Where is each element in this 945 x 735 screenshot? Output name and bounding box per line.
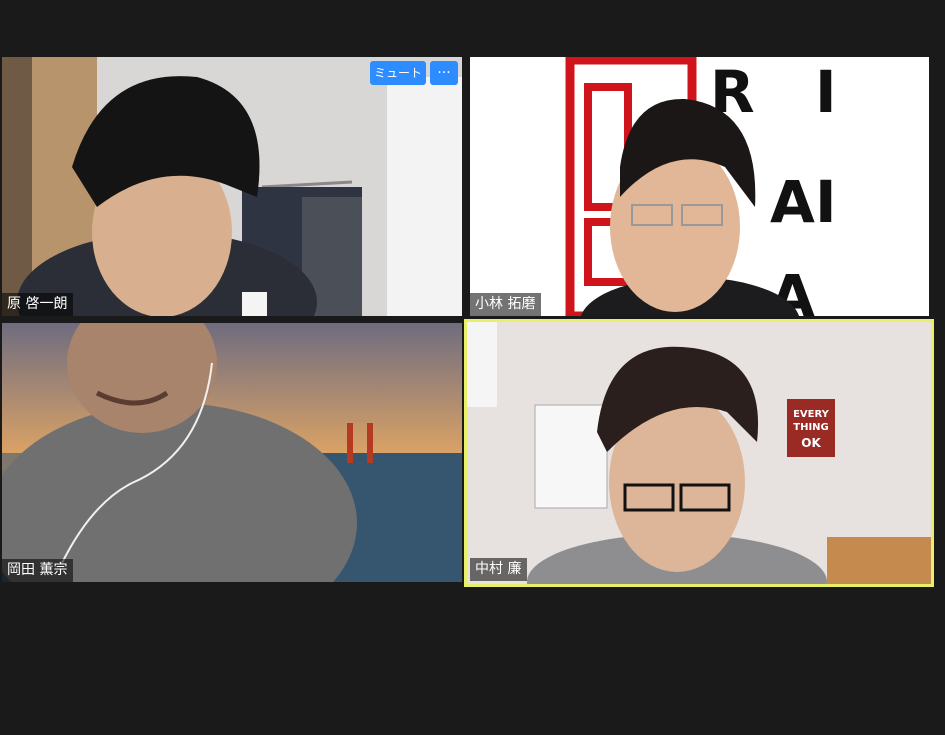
video-feed-4: EVERY THING OK <box>467 322 932 584</box>
mute-button[interactable]: ミュート <box>370 61 426 85</box>
svg-text:THING: THING <box>793 422 829 433</box>
svg-text:OK: OK <box>801 436 821 450</box>
video-feed-1 <box>2 57 462 316</box>
participant-name-label: 小林 拓磨 <box>470 293 542 316</box>
more-options-button[interactable]: ··· <box>430 61 458 85</box>
participant-name-label: 原 啓一朗 <box>2 293 74 316</box>
svg-text:I: I <box>815 168 837 236</box>
svg-text:I: I <box>815 58 837 126</box>
video-tile-4[interactable]: EVERY THING OK 中村 廉 <box>467 322 932 584</box>
video-tile-1[interactable]: 原 啓一朗 <box>2 57 462 316</box>
video-feed-2: R I A I A <box>470 57 929 316</box>
participant-name-label: 岡田 薫宗 <box>2 559 74 582</box>
svg-text:A: A <box>770 168 815 236</box>
participant-name-label: 中村 廉 <box>470 558 528 581</box>
svg-text:EVERY: EVERY <box>793 409 830 420</box>
video-tile-3[interactable]: 岡田 薫宗 <box>2 323 462 582</box>
video-feed-3 <box>2 323 462 582</box>
video-tile-2[interactable]: R I A I A 小林 拓磨 <box>470 57 929 316</box>
